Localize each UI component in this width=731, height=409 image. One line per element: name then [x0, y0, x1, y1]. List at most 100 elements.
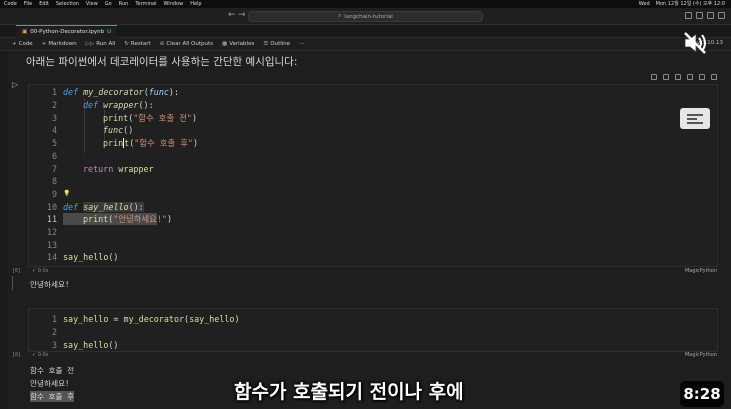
keyword-token: return: [83, 163, 114, 174]
code-line: 13: [29, 238, 63, 251]
line-number: 1: [51, 314, 57, 325]
forward-arrow-icon[interactable]: →: [238, 10, 246, 20]
punct-token: ): [192, 138, 199, 149]
notebook-icon: ▣: [22, 29, 28, 35]
run-cell-button[interactable]: ▷: [12, 80, 18, 89]
more-label: ···: [299, 41, 305, 47]
clear-outputs-label: Clear All Outputs: [166, 41, 213, 47]
code-cell-1[interactable]: 1 def my_decorator(func): 2 def wrapper(…: [28, 84, 718, 267]
line-number: 11: [46, 214, 57, 225]
menu-selection[interactable]: Selection: [56, 0, 79, 8]
cell-language[interactable]: MagicPython: [685, 352, 717, 358]
cell-exec-index: [8]: [12, 352, 22, 358]
copilot-icon[interactable]: [687, 74, 693, 80]
cell-language[interactable]: MagicPython: [685, 268, 717, 274]
line-number: 9: [51, 188, 57, 199]
execute-above-icon[interactable]: [651, 74, 657, 80]
macos-menu-bar: Code File Edit Selection View Go Run Ter…: [0, 0, 731, 8]
keyword-token: def: [63, 201, 79, 212]
toggle-secondary-sidebar-icon[interactable]: [707, 12, 714, 19]
table-icon: ▦: [221, 41, 228, 47]
line-number: 3: [51, 339, 57, 350]
menu-edit[interactable]: Edit: [39, 0, 49, 8]
more-actions-button[interactable]: ···: [299, 41, 304, 47]
string-token: "안녕하세요: [113, 214, 157, 225]
code-line-selected: 11 print("안녕하세요 !"): [29, 213, 172, 226]
customize-layout-icon[interactable]: [718, 12, 725, 19]
code-line: 1 def my_decorator(func):: [29, 86, 179, 99]
run-all-button[interactable]: ▷▷ Run All: [86, 41, 116, 47]
tab-label: 00-Python-Decorator.ipynb: [30, 29, 105, 35]
restart-button[interactable]: ↻ Restart: [124, 41, 150, 47]
cell-duration: 0.0s: [37, 352, 49, 358]
outline-button[interactable]: ☰ Outline: [263, 41, 290, 47]
cell-exec-index: [6]: [12, 268, 22, 274]
video-subtitle: 함수가 호출되기 전이나 후에: [234, 381, 464, 403]
execute-below-icon[interactable]: [663, 74, 669, 80]
call-token: say_hello: [63, 252, 109, 263]
code-cell-2[interactable]: 1 say_hello = my_decorator(say_hello) 2 …: [28, 308, 718, 352]
line-number: 14: [46, 252, 57, 263]
line-number: 6: [51, 150, 57, 161]
menu-view[interactable]: View: [86, 0, 98, 8]
line-number: 13: [46, 239, 57, 250]
delete-cell-icon[interactable]: [711, 74, 717, 80]
menu-run[interactable]: Run: [119, 0, 129, 8]
punct-token: ():: [128, 201, 144, 212]
subtitles-icon[interactable]: [680, 108, 710, 129]
keyword-token: def: [83, 100, 99, 111]
add-markdown-cell-button[interactable]: + Markdown: [42, 41, 77, 47]
function-name-token: my_decorator: [78, 87, 144, 98]
builtin-token: prin: [103, 138, 124, 149]
menu-code[interactable]: Code: [4, 0, 17, 8]
menu-terminal[interactable]: Terminal: [135, 0, 156, 8]
code-line: 4 func(): [29, 124, 133, 137]
add-code-cell-button[interactable]: + Code: [12, 41, 33, 47]
toggle-sidebar-icon[interactable]: [685, 12, 692, 19]
line-number: 8: [51, 176, 57, 187]
param-token: func: [148, 87, 169, 98]
add-code-label: Code: [18, 41, 33, 47]
run-all-icon: ▷▷: [85, 41, 95, 47]
title-bar: ← → ⌕ langchain-tutorial: [0, 8, 731, 25]
mute-icon[interactable]: [681, 29, 709, 57]
back-arrow-icon[interactable]: ←: [228, 10, 236, 20]
punct-token: ): [191, 112, 198, 123]
tab-notebook[interactable]: ▣ 00-Python-Decorator.ipynb U: [16, 25, 118, 38]
code-line: 3 print("함수 호출 전"): [29, 111, 197, 124]
output-collapse-bar[interactable]: [12, 276, 16, 290]
punct-token: (): [108, 252, 119, 263]
video-timestamp: 8:28: [680, 381, 724, 407]
menu-file[interactable]: File: [24, 0, 32, 8]
menu-help[interactable]: Help: [190, 0, 201, 8]
line-number: 2: [51, 327, 57, 338]
string-token: !": [156, 214, 167, 225]
search-icon: ⌕: [338, 13, 342, 19]
cell-more-icon[interactable]: [699, 74, 705, 80]
identifier-token: say_hello: [63, 314, 109, 325]
punct-token: ():: [138, 100, 154, 111]
menu-go[interactable]: Go: [105, 0, 112, 8]
builtin-token: print: [103, 112, 129, 123]
split-cell-icon[interactable]: [675, 74, 681, 80]
punct-token: (): [123, 125, 134, 136]
string-token: "함수 호출 후": [134, 138, 193, 149]
identifier-token: say_hello: [189, 314, 235, 325]
identifier-token: wrapper: [113, 163, 154, 174]
line-number: 10: [46, 201, 57, 212]
clear-icon: ⊘: [159, 41, 165, 47]
command-center-search[interactable]: ⌕ langchain-tutorial: [248, 11, 483, 22]
menu-window[interactable]: Window: [163, 0, 183, 8]
variables-button[interactable]: ▦ Variables: [222, 41, 254, 47]
code-line: 9 💡: [29, 188, 71, 201]
toggle-panel-icon[interactable]: [696, 12, 703, 19]
code-line: 12: [29, 226, 63, 239]
punct-token: ): [166, 214, 172, 225]
keyword-token: def: [63, 87, 79, 98]
code-line: 8: [29, 175, 63, 188]
layout-controls: [681, 12, 725, 19]
code-line: 6: [29, 150, 63, 163]
clear-outputs-button[interactable]: ⊘ Clear All Outputs: [160, 41, 213, 47]
lightbulb-icon[interactable]: 💡: [63, 190, 70, 197]
cell-output-line-selected: 함수 호출 후: [30, 391, 75, 402]
